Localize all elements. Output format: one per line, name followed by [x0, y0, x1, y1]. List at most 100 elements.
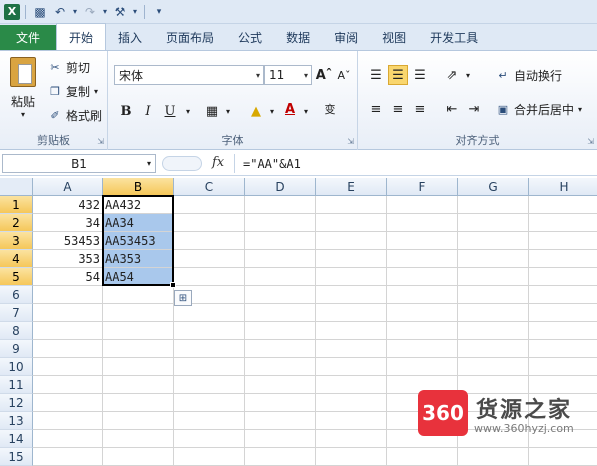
cell-b7[interactable] — [103, 304, 174, 322]
cell-h9[interactable] — [529, 340, 597, 358]
cell-d13[interactable] — [245, 412, 316, 430]
cell-f15[interactable] — [387, 448, 458, 466]
align-bottom-icon[interactable]: ☰ — [410, 65, 430, 85]
font-name-combo[interactable]: 宋体 ▾ — [114, 65, 264, 85]
cell-a7[interactable] — [33, 304, 103, 322]
cut-button[interactable]: ✂ 剪切 — [48, 59, 90, 76]
cell-e5[interactable] — [316, 268, 387, 286]
cell-e14[interactable] — [316, 430, 387, 448]
tab-page-layout[interactable]: 页面布局 — [154, 24, 226, 50]
cell-e7[interactable] — [316, 304, 387, 322]
cell-c12[interactable] — [174, 394, 245, 412]
tools-icon[interactable]: ⚒ — [111, 3, 129, 21]
cell-g3[interactable] — [458, 232, 529, 250]
cell-e8[interactable] — [316, 322, 387, 340]
cell-d1[interactable] — [245, 196, 316, 214]
row-header-9[interactable]: 9 — [0, 340, 33, 358]
redo-icon[interactable]: ↷ — [81, 3, 99, 21]
cell-e13[interactable] — [316, 412, 387, 430]
cell-f2[interactable] — [387, 214, 458, 232]
decrease-indent-icon[interactable]: ⇤ — [442, 99, 462, 119]
cell-c5[interactable] — [174, 268, 245, 286]
cell-b12[interactable] — [103, 394, 174, 412]
column-header-h[interactable]: H — [529, 178, 597, 196]
column-header-b[interactable]: B — [103, 178, 174, 196]
shrink-font-icon[interactable]: Aˇ — [334, 65, 354, 85]
align-right-icon[interactable]: ≡ — [410, 99, 430, 119]
row-header-7[interactable]: 7 — [0, 304, 33, 322]
save-icon[interactable]: ▩ — [31, 3, 49, 21]
cell-b14[interactable] — [103, 430, 174, 448]
cell-e15[interactable] — [316, 448, 387, 466]
cell-c11[interactable] — [174, 376, 245, 394]
cell-f7[interactable] — [387, 304, 458, 322]
select-all-corner[interactable] — [0, 178, 33, 196]
cell-d5[interactable] — [245, 268, 316, 286]
cell-a3[interactable]: 53453 — [33, 232, 103, 250]
cell-g7[interactable] — [458, 304, 529, 322]
cell-h15[interactable] — [529, 448, 597, 466]
cell-b3[interactable]: AA53453 — [103, 232, 174, 250]
cell-e10[interactable] — [316, 358, 387, 376]
cell-c14[interactable] — [174, 430, 245, 448]
cell-a4[interactable]: 353 — [33, 250, 103, 268]
cell-e11[interactable] — [316, 376, 387, 394]
row-header-13[interactable]: 13 — [0, 412, 33, 430]
cell-b4[interactable]: AA353 — [103, 250, 174, 268]
row-header-11[interactable]: 11 — [0, 376, 33, 394]
row-header-8[interactable]: 8 — [0, 322, 33, 340]
copy-button[interactable]: ❐ 复制 ▾ — [48, 83, 98, 100]
cell-a1[interactable]: 432 — [33, 196, 103, 214]
name-box[interactable]: B1 ▾ — [2, 154, 156, 173]
chevron-down-icon[interactable]: ▾ — [178, 101, 198, 121]
cell-h5[interactable] — [529, 268, 597, 286]
grow-font-icon[interactable]: Aˆ — [314, 65, 334, 85]
cell-b1[interactable]: AA432 — [103, 196, 174, 214]
cell-b15[interactable] — [103, 448, 174, 466]
cell-f6[interactable] — [387, 286, 458, 304]
column-header-e[interactable]: E — [316, 178, 387, 196]
cell-d11[interactable] — [245, 376, 316, 394]
cell-d3[interactable] — [245, 232, 316, 250]
phonetic-guide-icon[interactable]: 变 — [320, 99, 340, 119]
cell-f4[interactable] — [387, 250, 458, 268]
cell-b8[interactable] — [103, 322, 174, 340]
tab-developer[interactable]: 开发工具 — [418, 24, 490, 50]
tab-data[interactable]: 数据 — [274, 24, 322, 50]
cell-c4[interactable] — [174, 250, 245, 268]
row-header-6[interactable]: 6 — [0, 286, 33, 304]
tab-review[interactable]: 审阅 — [322, 24, 370, 50]
cell-g9[interactable] — [458, 340, 529, 358]
chevron-down-icon[interactable]: ▾ — [262, 101, 282, 121]
cell-e6[interactable] — [316, 286, 387, 304]
wrap-text-button[interactable]: ↵ 自动换行 — [496, 67, 562, 84]
chevron-down-icon[interactable]: ▾ — [101, 3, 109, 21]
column-header-d[interactable]: D — [245, 178, 316, 196]
row-header-4[interactable]: 4 — [0, 250, 33, 268]
cell-c7[interactable] — [174, 304, 245, 322]
cell-h3[interactable] — [529, 232, 597, 250]
cell-g8[interactable] — [458, 322, 529, 340]
italic-button[interactable]: I — [138, 101, 158, 121]
bold-button[interactable]: B — [116, 101, 136, 121]
cell-e9[interactable] — [316, 340, 387, 358]
column-header-a[interactable]: A — [33, 178, 103, 196]
align-center-icon[interactable]: ≡ — [388, 99, 408, 119]
cell-b11[interactable] — [103, 376, 174, 394]
align-left-icon[interactable]: ≡ — [366, 99, 386, 119]
cell-e4[interactable] — [316, 250, 387, 268]
cell-g5[interactable] — [458, 268, 529, 286]
cell-a9[interactable] — [33, 340, 103, 358]
cell-d2[interactable] — [245, 214, 316, 232]
paste-button[interactable]: 粘贴 ▾ — [6, 57, 40, 119]
cell-d6[interactable] — [245, 286, 316, 304]
cell-d12[interactable] — [245, 394, 316, 412]
cell-g15[interactable] — [458, 448, 529, 466]
row-header-5[interactable]: 5 — [0, 268, 33, 286]
cell-d4[interactable] — [245, 250, 316, 268]
column-header-c[interactable]: C — [174, 178, 245, 196]
cell-f1[interactable] — [387, 196, 458, 214]
cell-b13[interactable] — [103, 412, 174, 430]
row-header-15[interactable]: 15 — [0, 448, 33, 466]
merge-center-button[interactable]: ▣ 合并后居中 ▾ — [496, 101, 582, 118]
